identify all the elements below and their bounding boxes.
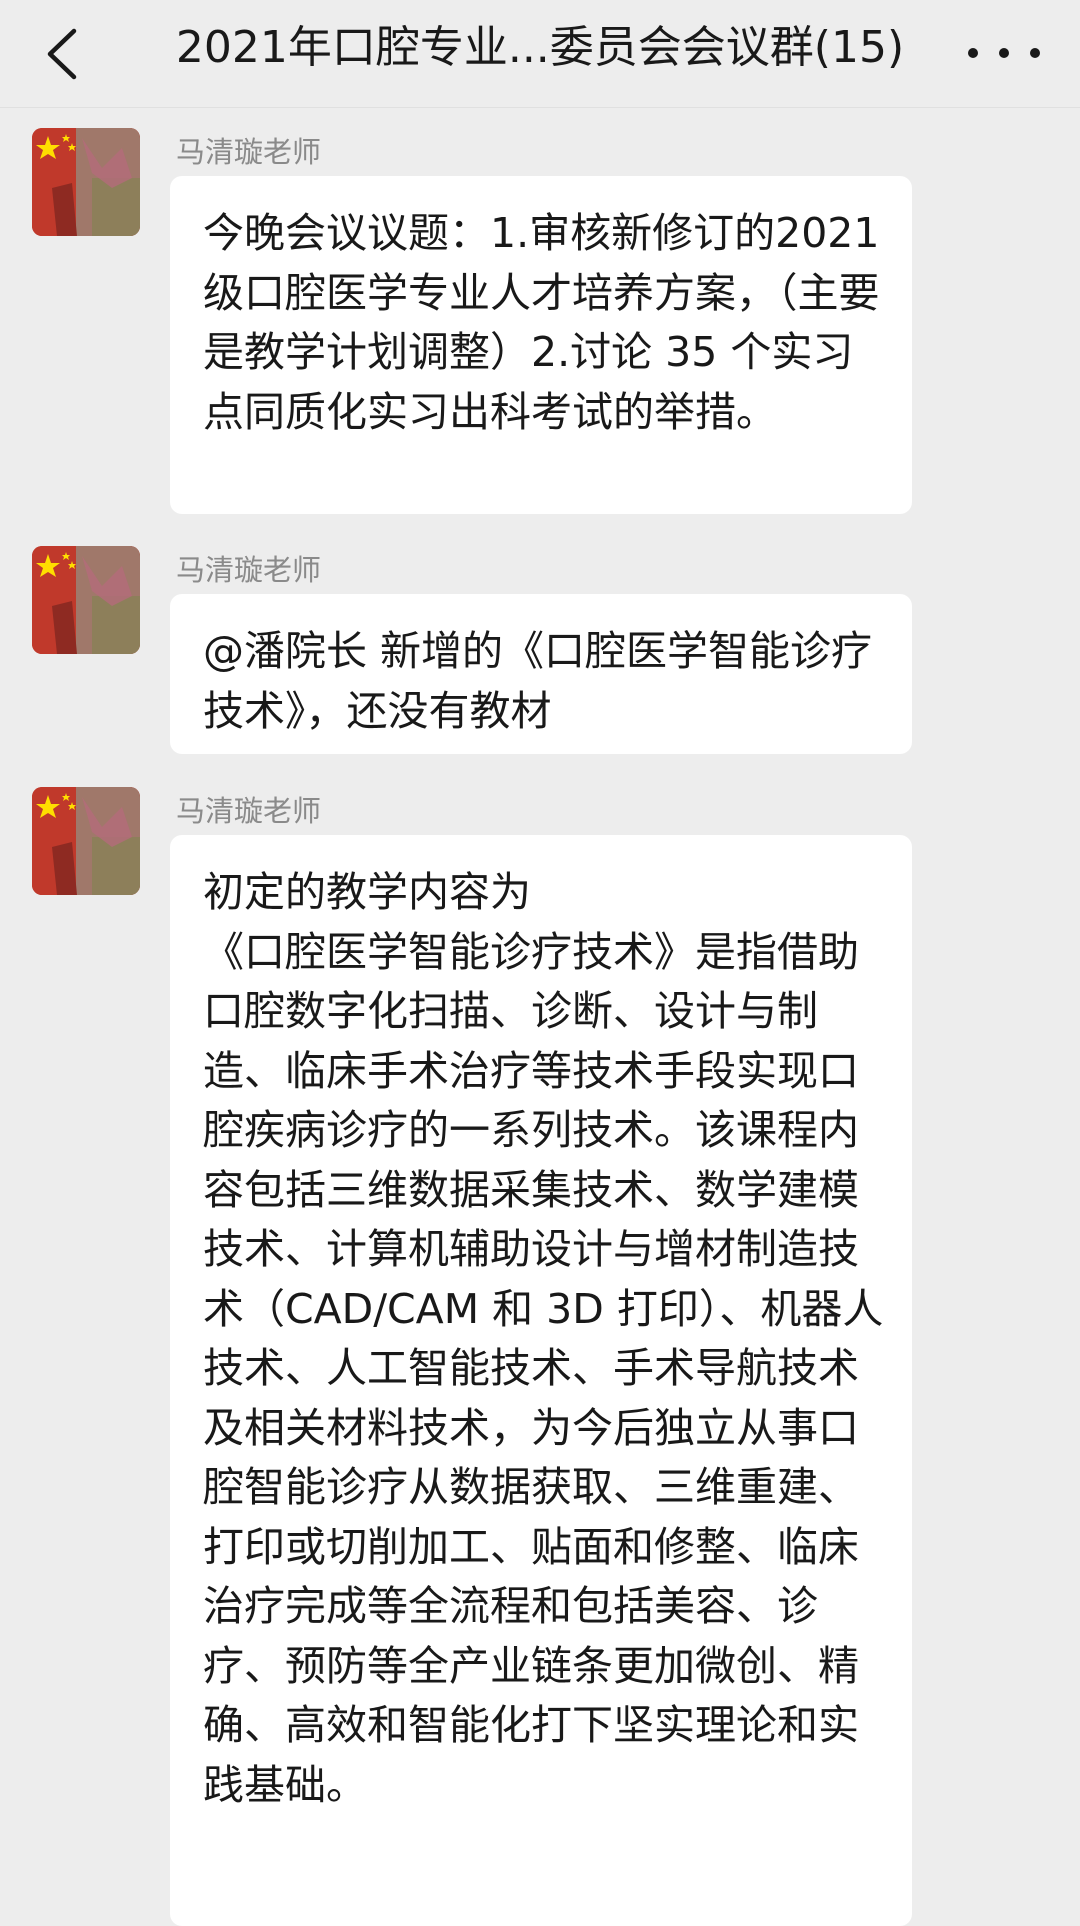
message-text: 今晚会议议题：1.审核新修订的2021 级口腔医学专业人才培养方案，（主要是教学… xyxy=(203,209,880,436)
sender-name: 马清璇老师 xyxy=(176,553,322,587)
more-dot-icon xyxy=(999,48,1009,58)
avatar[interactable] xyxy=(32,787,140,895)
chat-title: 2021年口腔专业...委员会会议群(15) xyxy=(175,22,905,73)
chevron-left-icon xyxy=(47,28,77,80)
chat-header: 2021年口腔专业...委员会会议群(15) xyxy=(0,0,1080,108)
back-button[interactable] xyxy=(32,24,92,84)
message-text: @潘院长 新增的《口腔医学智能诊疗技术》，还没有教材 xyxy=(203,627,873,735)
avatar-image xyxy=(32,546,140,654)
message-bubble[interactable]: @潘院长 新增的《口腔医学智能诊疗技术》，还没有教材 xyxy=(170,594,912,754)
avatar-image xyxy=(32,128,140,236)
message-bubble[interactable]: 初定的教学内容为 《口腔医学智能诊疗技术》是指借助口腔数字化扫描、诊断、设计与制… xyxy=(170,835,912,1926)
sender-name: 马清璇老师 xyxy=(176,135,322,169)
message-text: 初定的教学内容为 《口腔医学智能诊疗技术》是指借助口腔数字化扫描、诊断、设计与制… xyxy=(203,868,884,1809)
avatar-image xyxy=(32,787,140,895)
avatar[interactable] xyxy=(32,128,140,236)
more-dot-icon xyxy=(968,48,978,58)
sender-name: 马清璇老师 xyxy=(176,794,322,828)
message-bubble[interactable]: 今晚会议议题：1.审核新修订的2021 级口腔医学专业人才培养方案，（主要是教学… xyxy=(170,176,912,514)
more-dot-icon xyxy=(1030,48,1040,58)
avatar[interactable] xyxy=(32,546,140,654)
more-options-button[interactable] xyxy=(968,28,1040,78)
